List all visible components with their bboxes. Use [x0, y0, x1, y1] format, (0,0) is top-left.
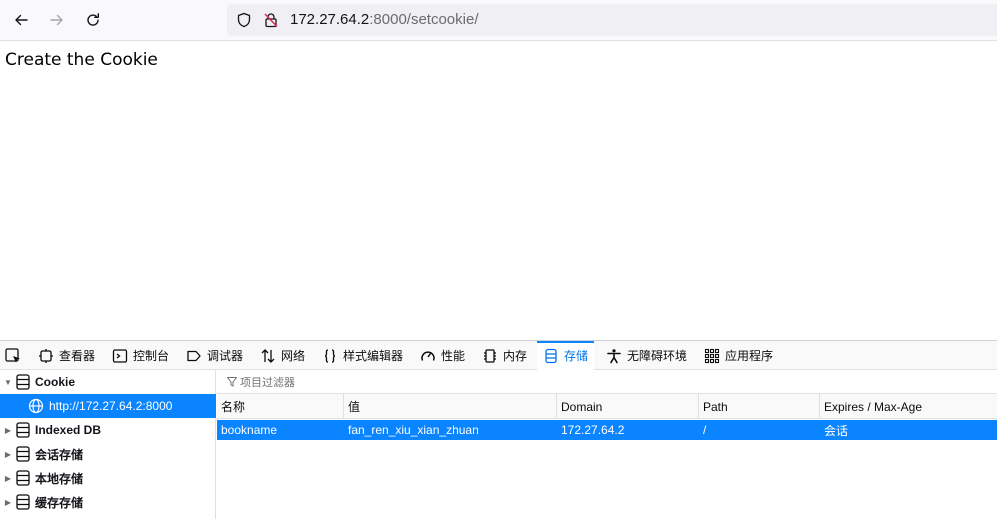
address-bar[interactable]: 172.27.64.2:8000/setcookie/	[227, 4, 997, 36]
filter-placeholder: 项目过滤器	[240, 376, 295, 389]
filter-input[interactable]: 项目过滤器	[217, 370, 997, 394]
page-content: Create the Cookie	[0, 41, 997, 340]
url-host: 172.27.64.2	[290, 11, 370, 28]
tab-label: 内存	[503, 349, 528, 363]
back-button[interactable]	[7, 6, 35, 34]
shield-icon[interactable]	[236, 12, 252, 28]
collapsed-arrow-icon[interactable]: ▶	[2, 472, 14, 484]
tab-label: 查看器	[59, 349, 96, 363]
debugger-icon	[187, 350, 201, 361]
network-icon	[261, 348, 275, 363]
reload-button[interactable]	[79, 6, 107, 34]
cell-expires: 会话	[824, 423, 849, 438]
tab-label: 性能	[441, 349, 466, 363]
memory-icon	[484, 348, 496, 363]
insecure-lock-icon[interactable]	[263, 12, 279, 28]
cell-domain: 172.27.64.2	[561, 423, 625, 437]
tree-item-cookie-host[interactable]: http://172.27.64.2:8000	[0, 394, 216, 418]
tab-label: 调试器	[207, 349, 244, 363]
reload-icon	[87, 13, 99, 26]
cookie-table: 名称 值 Domain Path Expires / Max-Age bookn…	[217, 394, 997, 519]
tab-accessibility[interactable]: 无障碍环境	[606, 341, 687, 370]
tab-label: 存储	[564, 349, 589, 363]
collapsed-arrow-icon[interactable]: ▶	[2, 448, 14, 460]
tree-label: http://172.27.64.2:8000	[49, 399, 173, 413]
tree-item-indexed-db[interactable]: ▶ Indexed DB	[0, 418, 216, 442]
application-icon	[704, 348, 720, 363]
tree-label: 本地存储	[35, 471, 84, 486]
tab-debugger[interactable]: 调试器	[186, 341, 243, 370]
tab-console[interactable]: 控制台	[112, 341, 169, 370]
back-arrow-icon	[15, 14, 28, 26]
column-header-expires[interactable]: Expires / Max-Age	[820, 394, 997, 419]
tab-memory[interactable]: 内存	[482, 341, 527, 370]
tree-item-session-storage[interactable]: ▶ 会话存储	[0, 442, 216, 466]
filter-icon	[227, 376, 237, 387]
collapsed-arrow-icon[interactable]: ▶	[2, 424, 14, 436]
tree-item-cookie[interactable]: ▼ Cookie	[0, 370, 216, 394]
tree-item-cache-storage[interactable]: ▶ 缓存存储	[0, 490, 216, 514]
tab-label: 样式编辑器	[343, 349, 404, 363]
accessibility-icon	[607, 348, 621, 363]
tab-label: 无障碍环境	[627, 349, 688, 363]
browser-toolbar: 172.27.64.2:8000/setcookie/	[0, 0, 997, 41]
column-header-name[interactable]: 名称	[217, 394, 344, 419]
tab-label: 应用程序	[725, 349, 774, 363]
performance-icon	[421, 350, 435, 361]
tab-application[interactable]: 应用程序	[704, 341, 773, 370]
column-header-path[interactable]: Path	[699, 394, 820, 419]
style-editor-icon	[324, 348, 336, 363]
cell-name: bookname	[221, 423, 278, 437]
url-path: :8000/setcookie/	[369, 11, 479, 28]
tab-style-editor[interactable]: 样式编辑器	[322, 341, 403, 370]
storage-db-icon	[16, 374, 30, 390]
element-picker-icon[interactable]	[4, 347, 22, 365]
table-row[interactable]: bookname fan_ren_xiu_xian_zhuan 172.27.6…	[217, 420, 997, 440]
tree-label: Cookie	[35, 375, 76, 389]
expanded-arrow-icon[interactable]: ▼	[2, 376, 14, 388]
forward-arrow-icon	[50, 14, 63, 26]
column-header-value[interactable]: 值	[344, 394, 557, 419]
devtools-panel: 查看器 控制台 调试器 网络 样式编辑器 性能 内存 存储 无障碍环境 应用程序…	[0, 340, 997, 519]
storage-icon	[545, 348, 557, 363]
tab-label: 控制台	[133, 349, 170, 363]
tab-label: 网络	[281, 349, 306, 363]
column-header-domain[interactable]: Domain	[557, 394, 699, 419]
devtools-tab-bar: 查看器 控制台 调试器 网络 样式编辑器 性能 内存 存储 无障碍环境 应用程序	[0, 341, 997, 370]
tab-performance[interactable]: 性能	[420, 341, 465, 370]
storage-db-icon	[16, 470, 30, 486]
tree-label: 会话存储	[35, 447, 84, 462]
collapsed-arrow-icon[interactable]: ▶	[2, 496, 14, 508]
console-icon	[112, 348, 128, 363]
tree-label: Indexed DB	[35, 423, 102, 437]
tab-inspector[interactable]: 查看器	[38, 341, 95, 370]
cell-value: fan_ren_xiu_xian_zhuan	[348, 423, 479, 437]
storage-db-icon	[16, 422, 30, 438]
globe-icon	[28, 398, 44, 414]
storage-db-icon	[16, 446, 30, 462]
url-text: 172.27.64.2:8000/setcookie/	[290, 11, 479, 29]
inspector-icon	[39, 348, 53, 363]
tab-network[interactable]: 网络	[260, 341, 305, 370]
cell-path: /	[703, 423, 707, 437]
storage-db-icon	[16, 494, 30, 510]
tab-storage[interactable]: 存储	[537, 341, 595, 370]
table-header: 名称 值 Domain Path Expires / Max-Age	[217, 394, 997, 419]
forward-button[interactable]	[43, 6, 71, 34]
tree-label: 缓存存储	[35, 495, 84, 510]
page-heading: Create the Cookie	[5, 50, 158, 70]
tree-item-local-storage[interactable]: ▶ 本地存储	[0, 466, 216, 490]
storage-tree: ▼ Cookie http://172.27.64.2:8000 ▶ Index…	[0, 370, 216, 519]
